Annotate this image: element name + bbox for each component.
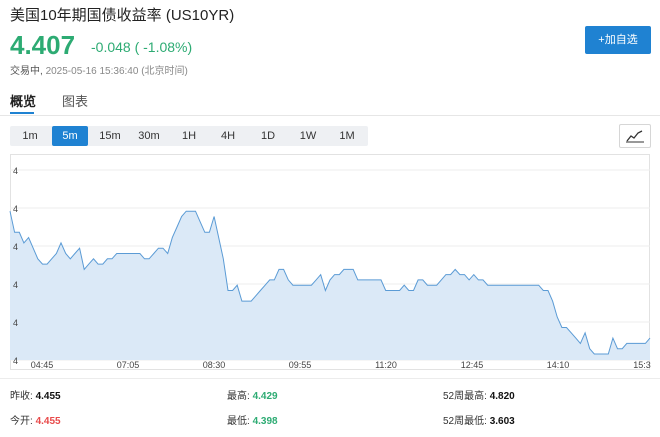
stat-52w-high: 52周最高: 4.820 <box>443 387 515 402</box>
stat-open-value: 4.455 <box>35 416 61 427</box>
stat-52w-low: 52周最低: 3.603 <box>443 412 515 427</box>
stat-52w-high-label: 52周最高: <box>443 391 487 402</box>
x-tick-label: 14:10 <box>547 360 570 370</box>
price-chart: 4 4 4 4 4 4 04:45 07:05 08:30 09:55 11:20 12:45 14:1… <box>9 166 651 370</box>
y-tick-label: 4 <box>13 166 18 176</box>
stat-low-label: 最低: <box>227 416 250 427</box>
x-tick-label: 15:3 <box>633 360 651 370</box>
y-tick-label: 4 <box>13 204 18 214</box>
x-tick-label: 04:45 <box>31 360 54 370</box>
x-tick-label: 07:05 <box>117 360 140 370</box>
stat-prev-close: 昨收: 4.455 <box>10 387 61 402</box>
y-tick-label: 4 <box>13 242 18 252</box>
y-tick-label: 4 <box>13 280 18 290</box>
stat-high-label: 最高: <box>227 391 250 402</box>
stat-prev-close-label: 昨收: <box>10 391 33 402</box>
stat-low: 最低: 4.398 <box>227 412 278 427</box>
stat-52w-low-value: 3.603 <box>489 416 515 427</box>
stat-high: 最高: 4.429 <box>227 387 278 402</box>
stat-open-label: 今开: <box>10 416 33 427</box>
x-tick-label: 08:30 <box>203 360 226 370</box>
stat-52w-low-label: 52周最低: <box>443 416 487 427</box>
stat-high-value: 4.429 <box>252 391 278 402</box>
x-tick-label: 09:55 <box>289 360 312 370</box>
x-tick-label: 12:45 <box>461 360 484 370</box>
y-tick-label: 4 <box>13 356 18 366</box>
x-tick-label: 11:20 <box>375 360 397 370</box>
stat-open: 今开: 4.455 <box>10 412 61 427</box>
price-area <box>10 211 650 360</box>
stat-52w-high-value: 4.820 <box>489 391 515 402</box>
y-tick-label: 4 <box>13 318 18 328</box>
stat-prev-close-value: 4.455 <box>35 391 61 402</box>
stat-low-value: 4.398 <box>252 416 278 427</box>
stats-divider <box>0 378 660 379</box>
